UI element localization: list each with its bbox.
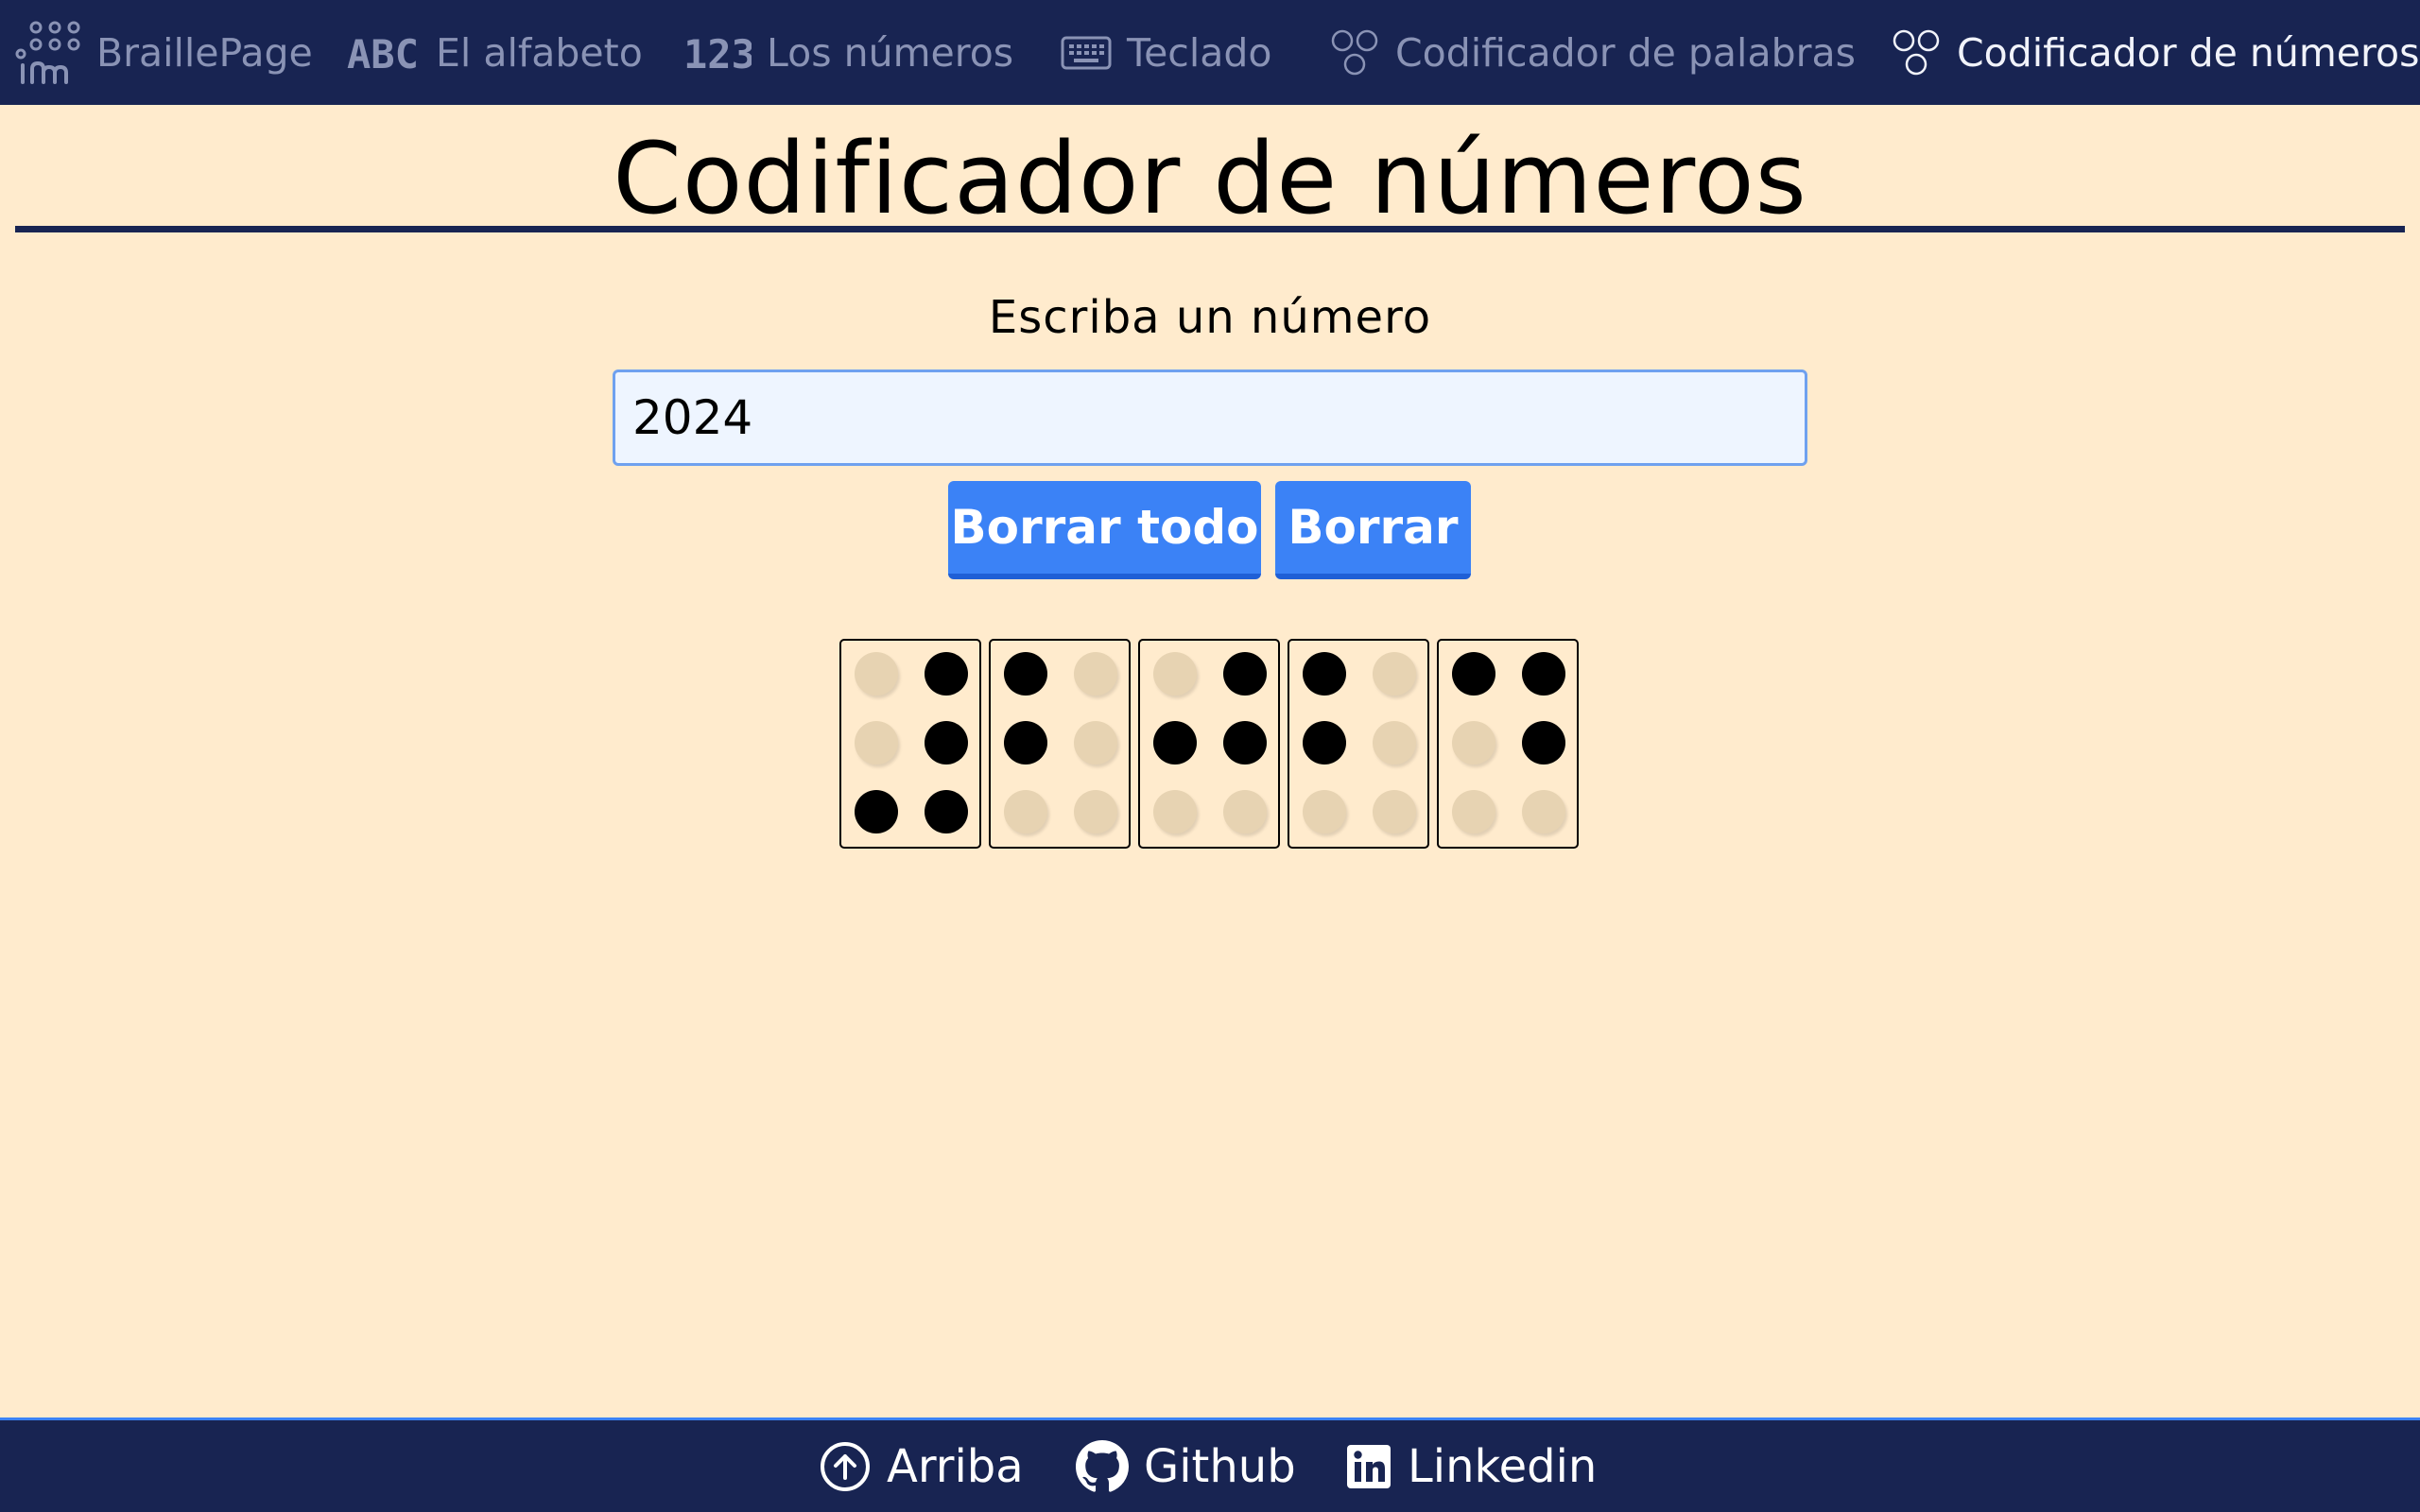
braille-dot-raised (1522, 652, 1565, 696)
braille-cell (1288, 639, 1429, 849)
nav-item-braillepage[interactable]: BraillePage (15, 0, 313, 105)
keyboard-icon (1061, 34, 1112, 72)
braille-dot-raised (1223, 652, 1267, 696)
braille-dot-flat (1153, 790, 1197, 833)
braille-dot-flat (1153, 652, 1197, 696)
nav-label-numeros: Los números (767, 29, 1014, 76)
braille-output (839, 639, 1579, 849)
braille-dot-flat (1303, 790, 1346, 833)
braille-dot-raised (1004, 721, 1047, 765)
nav-item-teclado[interactable]: Teclado (1061, 0, 1271, 105)
footer-link-github[interactable]: Github (1076, 1420, 1296, 1512)
braille-dot-flat (1452, 790, 1495, 833)
braille-cell (989, 639, 1131, 849)
nav-item-codificador-palabras[interactable]: Codificador de palabras (1329, 0, 1856, 105)
braille-dot-raised (925, 721, 968, 765)
braille-logo-icon (15, 20, 81, 86)
footer-link-linkedin[interactable]: Linkedin (1345, 1420, 1597, 1512)
braille-dot-raised (855, 790, 898, 833)
braille-dot-flat (1522, 790, 1565, 833)
braille-cell (1437, 639, 1579, 849)
footer: Arriba Github Linkedin (0, 1418, 2420, 1512)
braille-dot-flat (855, 652, 898, 696)
github-icon (1076, 1439, 1129, 1493)
linkedin-icon (1345, 1443, 1392, 1490)
footer-label-arriba: Arriba (887, 1439, 1024, 1493)
nav-label-braillepage: BraillePage (96, 29, 313, 76)
clear-all-button[interactable]: Borrar todo (948, 481, 1261, 579)
input-label: Escriba un número (988, 291, 1432, 344)
braille-dots-icon (1329, 29, 1380, 77)
braille-dot-raised (1153, 721, 1197, 765)
braille-dot-flat (1074, 790, 1117, 833)
number-input[interactable] (613, 369, 1807, 466)
nav-label-codificador-palabras: Codificador de palabras (1395, 29, 1856, 76)
braille-dots-icon (1891, 29, 1942, 77)
braille-dot-raised (1004, 652, 1047, 696)
braille-cell (839, 639, 981, 849)
braille-dot-flat (1373, 652, 1416, 696)
title-divider (15, 226, 2405, 232)
braille-dot-raised (1303, 721, 1346, 765)
footer-label-linkedin: Linkedin (1408, 1439, 1598, 1493)
svg-text:ABC: ABC (347, 32, 419, 74)
page-title: Codificador de números (613, 121, 1807, 236)
abc-icon: ABC (347, 32, 421, 74)
svg-text:123: 123 (683, 32, 752, 74)
nav-label-teclado: Teclado (1127, 29, 1272, 76)
braille-dot-raised (925, 790, 968, 833)
braille-dot-raised (1223, 721, 1267, 765)
arrow-up-circle-icon (819, 1440, 872, 1493)
braille-dot-raised (1303, 652, 1346, 696)
braille-dot-flat (1223, 790, 1267, 833)
nav-item-codificador-numeros[interactable]: Codificador de números (1891, 0, 2419, 105)
clear-button[interactable]: Borrar (1275, 481, 1471, 579)
braille-dot-raised (1522, 721, 1565, 765)
123-icon: 123 (683, 32, 752, 74)
braille-dot-flat (1373, 790, 1416, 833)
braille-dot-flat (1074, 652, 1117, 696)
nav-label-codificador-numeros: Codificador de números (1957, 29, 2420, 76)
footer-link-arriba[interactable]: Arriba (819, 1420, 1024, 1512)
braille-dot-flat (1373, 721, 1416, 765)
nav-label-alfabeto: El alfabeto (436, 29, 643, 76)
footer-label-github: Github (1144, 1439, 1296, 1493)
top-navbar: BraillePage ABC El alfabeto 123 Los núme… (0, 0, 2420, 105)
braille-dot-flat (855, 721, 898, 765)
braille-dot-flat (1074, 721, 1117, 765)
braille-dot-flat (1004, 790, 1047, 833)
braille-dot-raised (925, 652, 968, 696)
braille-dot-raised (1452, 652, 1495, 696)
nav-item-alfabeto[interactable]: ABC El alfabeto (347, 0, 643, 105)
braille-cell (1138, 639, 1280, 849)
nav-item-numeros[interactable]: 123 Los números (683, 0, 1013, 105)
braille-dot-flat (1452, 721, 1495, 765)
